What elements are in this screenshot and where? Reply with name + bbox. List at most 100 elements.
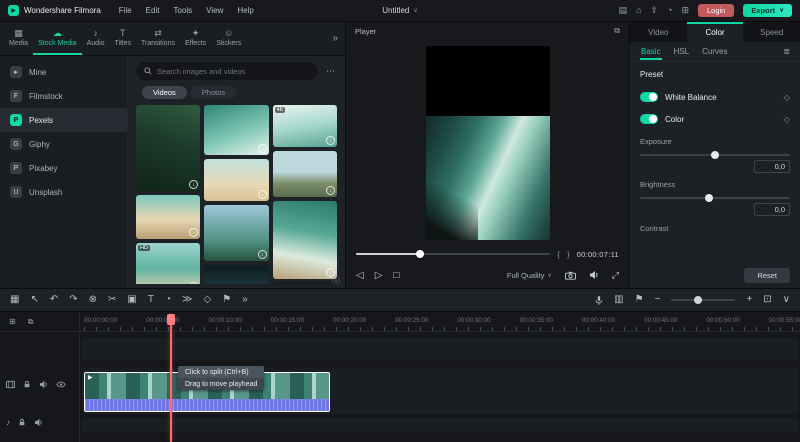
media-tab[interactable]: ▦ Media bbox=[4, 22, 33, 55]
track-mute-icon[interactable] bbox=[34, 418, 43, 427]
play-button[interactable]: ▷ bbox=[375, 270, 383, 281]
volume-icon[interactable] bbox=[589, 270, 599, 280]
color-subtab[interactable]: HSL bbox=[673, 43, 691, 60]
stock-thumbnail[interactable]: ↓ bbox=[204, 205, 269, 261]
quality-selector[interactable]: Full Quality ∨ bbox=[507, 271, 552, 280]
workspace-layout-icon[interactable]: ▤ bbox=[619, 5, 628, 16]
slider-value[interactable]: 0,0 bbox=[754, 160, 790, 173]
player-scrubber[interactable] bbox=[356, 250, 551, 258]
sidebar-item[interactable]: U Unsplash bbox=[0, 180, 127, 204]
login-button[interactable]: Login bbox=[698, 4, 735, 17]
stock-thumbnail[interactable]: 4K ↓ bbox=[272, 105, 337, 147]
speed-ramping-icon[interactable]: ◔ bbox=[165, 295, 171, 305]
stock-thumbnail[interactable]: ↓ bbox=[204, 159, 269, 201]
menu-item[interactable]: Help bbox=[237, 6, 253, 15]
split-icon[interactable]: ✂ bbox=[108, 295, 116, 305]
cart-icon[interactable]: ⊞ bbox=[681, 5, 689, 16]
microphone-icon[interactable] bbox=[595, 295, 603, 306]
properties-tab[interactable]: Speed bbox=[743, 22, 800, 42]
timeline-zoom-slider[interactable] bbox=[671, 296, 736, 304]
share-icon[interactable]: ⇪ bbox=[650, 5, 658, 16]
manage-tracks-icon[interactable]: ⊞ bbox=[9, 317, 16, 326]
sidebar-item[interactable]: ▸ Mine bbox=[0, 60, 127, 84]
download-icon[interactable]: ↓ bbox=[257, 144, 267, 153]
stock-thumbnail[interactable]: HD ↓ bbox=[136, 243, 201, 284]
audio-mixer-icon[interactable]: ▥ bbox=[614, 295, 623, 305]
menu-item[interactable]: Edit bbox=[146, 6, 160, 15]
sidebar-item[interactable]: P Pixabey bbox=[0, 156, 127, 180]
speed-icon[interactable]: ≫ bbox=[182, 295, 192, 305]
adjustment-slider[interactable] bbox=[640, 194, 790, 202]
media-tab[interactable]: ☁ Stock Media bbox=[33, 22, 82, 55]
download-icon[interactable]: ↓ bbox=[325, 186, 335, 195]
more-options-icon[interactable]: ⋯ bbox=[324, 66, 337, 77]
stock-thumbnail[interactable]: ↓ bbox=[136, 105, 201, 191]
previous-frame-button[interactable]: ◁ bbox=[356, 270, 364, 281]
stock-thumbnail[interactable]: ↓ bbox=[272, 201, 337, 279]
video-preview[interactable] bbox=[425, 46, 550, 240]
download-icon[interactable]: ↓ bbox=[189, 282, 199, 284]
fit-timeline-icon[interactable]: ⊡ bbox=[763, 295, 771, 305]
slider-handle[interactable] bbox=[705, 194, 713, 202]
color-subtab[interactable]: Basic bbox=[640, 43, 662, 60]
download-icon[interactable]: ↓ bbox=[257, 250, 267, 259]
zoom-in-icon[interactable]: + bbox=[746, 295, 752, 305]
search-input[interactable] bbox=[157, 66, 310, 76]
media-panel-icon[interactable]: ▦ bbox=[10, 295, 19, 305]
keyframe-icon[interactable]: ◇ bbox=[784, 93, 790, 102]
marker-icon[interactable]: ⚑ bbox=[222, 295, 231, 305]
reset-button[interactable]: Reset bbox=[744, 268, 790, 283]
download-icon[interactable]: ↓ bbox=[257, 190, 267, 199]
toggle-switch[interactable] bbox=[640, 92, 658, 102]
zoom-slider-handle[interactable] bbox=[694, 296, 703, 304]
fullscreen-icon[interactable]: ⤢ bbox=[612, 270, 619, 281]
toggle-switch[interactable] bbox=[640, 114, 658, 124]
search-bar[interactable] bbox=[136, 62, 318, 80]
sidebar-item[interactable]: F Filmstock bbox=[0, 84, 127, 108]
mark-in-icon[interactable]: { bbox=[557, 250, 560, 259]
slider-handle[interactable] bbox=[711, 151, 719, 159]
info-icon[interactable]: ⓘ bbox=[332, 275, 340, 286]
crop-icon[interactable]: ▣ bbox=[127, 295, 136, 305]
menu-item[interactable]: File bbox=[119, 6, 132, 15]
filter-pill[interactable]: Photos bbox=[190, 86, 237, 99]
snapshot-icon[interactable] bbox=[564, 271, 576, 280]
menu-item[interactable]: View bbox=[206, 6, 223, 15]
more-tools-icon[interactable]: » bbox=[242, 295, 248, 305]
export-button[interactable]: Export ∨ bbox=[743, 4, 792, 17]
media-tab[interactable]: ♪ Audio bbox=[82, 22, 110, 55]
slider-value[interactable]: 0,0 bbox=[754, 203, 790, 216]
adjustments-icon[interactable]: ≣ bbox=[783, 47, 790, 56]
save-project-icon[interactable]: ⌂ bbox=[636, 5, 641, 16]
menu-item[interactable]: Tools bbox=[173, 6, 192, 15]
playhead[interactable] bbox=[167, 314, 175, 442]
more-tabs-icon[interactable]: » bbox=[329, 33, 341, 44]
color-subtab[interactable]: Curves bbox=[701, 43, 728, 60]
stock-thumbnail[interactable]: ↓ bbox=[204, 265, 269, 284]
timeline-ruler[interactable]: 00:00:00:00 00:00:05:00 00:00:10:00 00:0… bbox=[80, 312, 800, 332]
properties-tab[interactable]: Video bbox=[630, 22, 687, 42]
media-tab[interactable]: ✦ Effects bbox=[180, 22, 211, 55]
download-icon[interactable]: ↓ bbox=[189, 228, 199, 237]
stock-thumbnail[interactable]: ↓ bbox=[272, 151, 337, 197]
auto-ripple-icon[interactable]: ⧉ bbox=[28, 317, 34, 327]
keyframe-icon[interactable]: ◇ bbox=[203, 295, 211, 305]
adjustment-slider[interactable] bbox=[640, 151, 790, 159]
popout-player-icon[interactable]: ⧉ bbox=[614, 26, 620, 36]
stop-button[interactable]: □ bbox=[393, 270, 399, 281]
stock-thumbnail[interactable]: ↓ bbox=[204, 105, 269, 155]
track-lock-icon[interactable] bbox=[23, 380, 31, 389]
pointer-tool-icon[interactable]: ↖ bbox=[30, 295, 38, 305]
track-mute-icon[interactable] bbox=[39, 380, 48, 389]
track-lock-icon[interactable] bbox=[18, 418, 26, 427]
notifications-icon[interactable]: ◔ bbox=[667, 5, 672, 16]
collapse-icon[interactable]: ∨ bbox=[783, 295, 790, 305]
keyframe-icon[interactable]: ◇ bbox=[784, 115, 790, 124]
filter-pill[interactable]: Videos bbox=[142, 86, 187, 99]
properties-tab[interactable]: Color bbox=[686, 22, 744, 42]
download-icon[interactable]: ↓ bbox=[189, 180, 199, 189]
mark-out-icon[interactable]: } bbox=[567, 250, 570, 259]
media-tab[interactable]: T Titles bbox=[110, 22, 136, 55]
track-visibility-icon[interactable] bbox=[56, 381, 66, 388]
zoom-out-icon[interactable]: − bbox=[655, 295, 661, 305]
